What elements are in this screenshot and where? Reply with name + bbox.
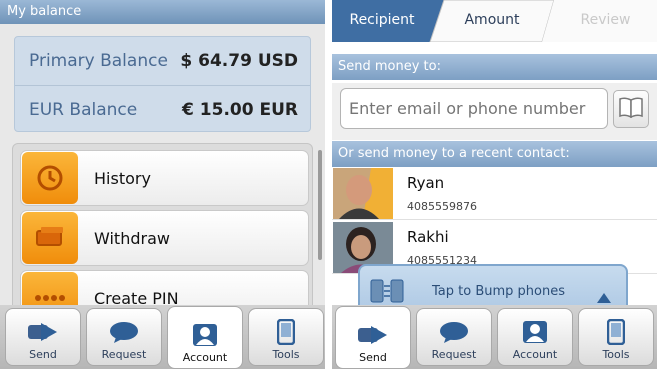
balance-row-eur: EUR Balance € 15.00 EUR — [15, 85, 310, 133]
contact-number: 4085559876 — [407, 200, 477, 213]
recent-contacts-header: Or send money to a recent contact: — [332, 141, 657, 167]
wizard-step-amount[interactable]: Amount — [442, 0, 542, 42]
tab-label: Account — [182, 351, 228, 364]
address-book-icon — [618, 96, 644, 122]
scrollbar[interactable] — [318, 150, 322, 260]
tab-label: Account — [512, 348, 558, 361]
bump-label: Tap to Bump phones — [432, 284, 565, 299]
balance-label: Primary Balance — [29, 51, 168, 71]
send-money-screen: Recipient Amount Review Send money to: O… — [332, 0, 657, 369]
menu-item-withdraw[interactable]: Withdraw — [20, 210, 309, 266]
account-person-icon — [518, 320, 552, 344]
menu-item-history[interactable]: History — [20, 150, 309, 206]
tab-account[interactable]: Account — [167, 306, 243, 369]
contact-name: Rakhi — [407, 228, 449, 246]
phone-tools-icon — [269, 319, 303, 345]
balance-value: $ 64.79 USD — [180, 51, 298, 71]
tab-account[interactable]: Account — [497, 308, 573, 366]
balance-row-primary: Primary Balance $ 64.79 USD — [15, 37, 310, 85]
send-arrow-icon — [356, 323, 390, 347]
balance-panel: Primary Balance $ 64.79 USD EUR Balance … — [14, 36, 311, 132]
wizard-step-recipient[interactable]: Recipient — [332, 0, 432, 42]
request-bubble-icon — [437, 320, 471, 344]
phone-tools-icon — [599, 319, 633, 345]
wizard-step-review: Review — [580, 12, 631, 28]
tab-tools[interactable]: Tools — [248, 308, 324, 366]
bottom-tab-bar: Send Request Account Tools — [0, 305, 325, 369]
request-bubble-icon — [107, 320, 141, 344]
balance-label: EUR Balance — [29, 99, 138, 120]
tab-send[interactable]: Send — [5, 308, 81, 366]
recipient-input[interactable] — [340, 88, 608, 129]
send-arrow-icon — [26, 320, 60, 344]
contact-row-ryan[interactable]: Ryan 4085559876 — [332, 167, 657, 220]
account-person-icon — [188, 323, 222, 347]
tab-label: Request — [431, 348, 477, 361]
tab-request[interactable]: Request — [86, 308, 162, 366]
wizard-steps: Recipient Amount Review — [332, 0, 657, 42]
tab-request[interactable]: Request — [416, 308, 492, 366]
avatar — [333, 168, 393, 219]
balance-value: € 15.00 EUR — [182, 99, 298, 120]
bottom-tab-bar: Send Request Account Tools — [332, 305, 657, 369]
screen-divider — [325, 0, 332, 369]
withdraw-cash-icon — [22, 212, 78, 264]
tab-label: Tools — [602, 348, 630, 361]
tab-label: Request — [101, 348, 147, 361]
balance-section-header: My balance — [0, 0, 325, 24]
tab-label: Send — [29, 348, 57, 361]
contact-name: Ryan — [407, 174, 445, 192]
contacts-book-button[interactable] — [613, 90, 649, 128]
tab-label: Send — [359, 351, 387, 364]
history-clock-icon — [22, 152, 78, 204]
menu-item-label: Withdraw — [94, 228, 170, 248]
account-menu: History Withdraw Create PIN — [12, 143, 313, 313]
menu-item-label: History — [94, 168, 151, 188]
tab-tools[interactable]: Tools — [578, 308, 654, 366]
recipient-input-row — [332, 83, 657, 140]
account-screen: My balance Primary Balance $ 64.79 USD E… — [0, 0, 325, 369]
tab-label: Tools — [272, 348, 300, 361]
send-to-header: Send money to: — [332, 54, 657, 80]
tab-send[interactable]: Send — [335, 306, 411, 369]
